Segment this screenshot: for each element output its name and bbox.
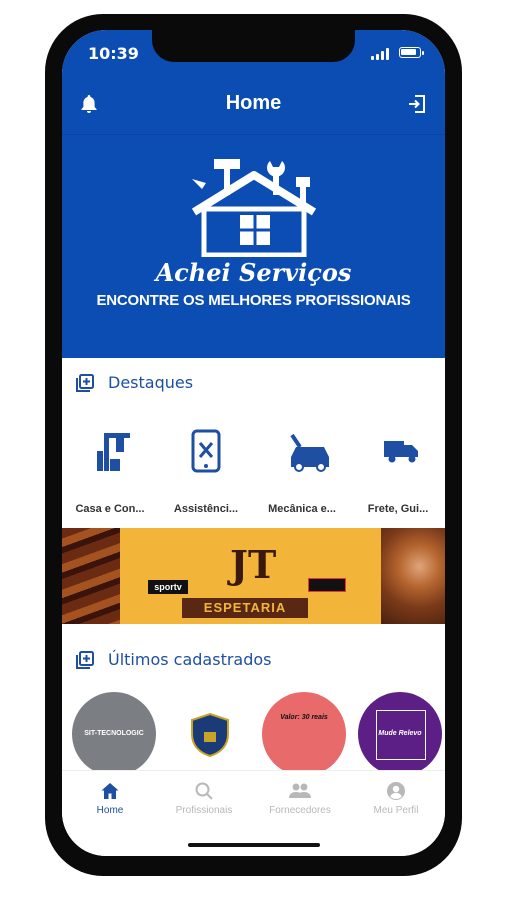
banner-ribbon: ESPETARIA	[182, 598, 308, 618]
banner-food-image	[381, 528, 445, 624]
provider-name: Mude Relevo	[378, 730, 422, 737]
banner-tv-badge: sportv	[148, 580, 188, 594]
app-screen: 10:39 Home Achei Serviços ENCONTRE OS ME…	[62, 30, 445, 856]
construction-icon	[97, 433, 130, 471]
category-item[interactable]: Assistênci...	[160, 425, 252, 520]
add-box-icon	[76, 373, 94, 392]
tab-suppliers[interactable]: Fornecedores	[254, 781, 346, 816]
tab-home[interactable]: Home	[64, 781, 156, 816]
phone-repair-icon	[191, 429, 221, 473]
latest-providers: SIT-TECNOLOGIC Valor: 30 reais Mude Rele…	[62, 692, 445, 777]
category-label: Mecânica e...	[268, 503, 336, 515]
bottom-tab-bar: Home Profissionais Fornecedores Meu Perf…	[62, 770, 445, 856]
users-icon	[289, 783, 311, 798]
latest-section-header: Últimos cadastrados	[76, 650, 272, 669]
category-item[interactable]: Mecânica e...	[256, 425, 348, 520]
security-shield-icon	[191, 712, 229, 758]
promo-banner[interactable]: sportv JT ESPETARIA	[62, 528, 445, 624]
banner-food-image	[62, 528, 120, 624]
tab-label: Home	[96, 805, 124, 816]
provider-name: SIT-TECNOLOGIC	[84, 730, 144, 737]
banner-badge-image	[308, 578, 346, 592]
provider-name: Valor: 30 reais	[280, 714, 328, 721]
app-header: Home	[62, 74, 445, 135]
tab-label: Meu Perfil	[373, 805, 419, 816]
hero-banner: Achei Serviços ENCONTRE OS MELHORES PROF…	[62, 135, 445, 358]
home-icon	[101, 783, 119, 799]
brand-tagline: ENCONTRE OS MELHORES PROFISSIONAIS	[96, 292, 411, 309]
provider-card[interactable]: Mude Relevo	[358, 692, 442, 776]
home-indicator	[188, 843, 320, 847]
latest-title: Últimos cadastrados	[108, 650, 272, 669]
logout-icon[interactable]	[407, 94, 427, 114]
truck-icon	[384, 441, 418, 463]
tab-profile[interactable]: Meu Perfil	[350, 781, 442, 816]
status-bar: 10:39	[62, 30, 445, 74]
signal-icon	[371, 48, 389, 60]
provider-card[interactable]: Valor: 30 reais	[262, 692, 346, 776]
device-notch	[152, 30, 355, 62]
category-label: Casa e Con...	[75, 503, 145, 515]
status-time: 10:39	[88, 44, 139, 63]
category-item[interactable]: Frete, Gui...	[352, 425, 444, 520]
page-title: Home	[225, 92, 282, 114]
provider-card[interactable]	[168, 692, 252, 776]
add-box-icon	[76, 650, 94, 669]
battery-icon	[399, 47, 424, 58]
category-item[interactable]: Casa e Con...	[64, 425, 156, 520]
category-label: Assistênci...	[173, 503, 239, 515]
brand-name: Achei Serviços	[155, 258, 352, 287]
tab-label: Profissionais	[175, 805, 233, 816]
tab-professionals[interactable]: Profissionais	[158, 781, 250, 816]
user-circle-icon	[387, 782, 405, 800]
house-tools-logo-icon	[191, 159, 317, 257]
category-label: Frete, Gui...	[367, 503, 429, 515]
featured-title: Destaques	[108, 373, 194, 392]
tab-label: Fornecedores	[269, 805, 331, 816]
featured-section-header: Destaques	[76, 373, 193, 392]
featured-categories: Casa e Con... Assistênci... Mecânica e..…	[62, 425, 445, 520]
search-icon	[195, 782, 213, 800]
car-repair-icon	[290, 433, 329, 472]
banner-logo-text: JT	[230, 542, 277, 587]
provider-card[interactable]: SIT-TECNOLOGIC	[72, 692, 156, 776]
